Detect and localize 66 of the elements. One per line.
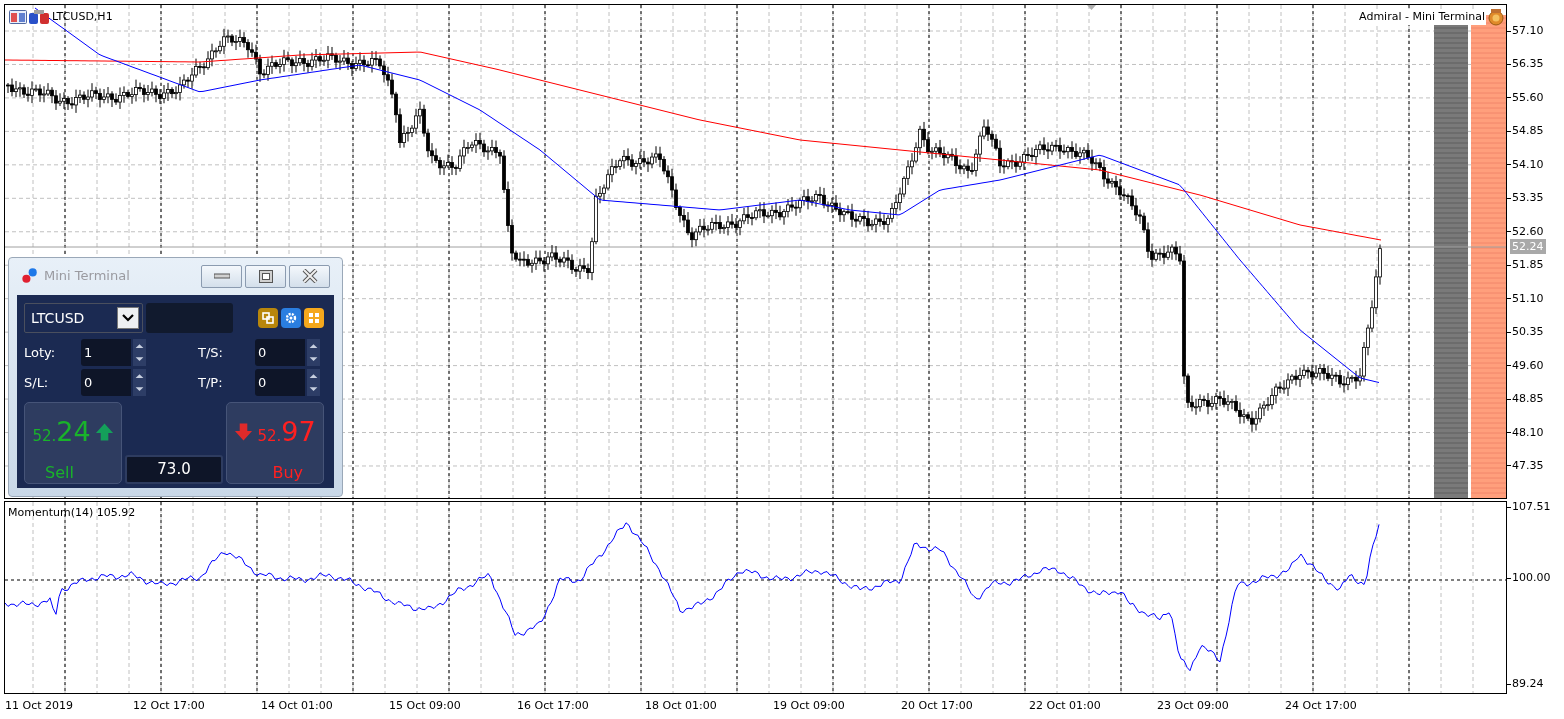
field-label: T/P: bbox=[198, 373, 224, 392]
link-icon-button[interactable] bbox=[258, 308, 278, 328]
price-axis-label: 48.85 bbox=[1512, 391, 1544, 408]
time-axis-label: 19 Oct 09:00 bbox=[773, 698, 845, 714]
time-axis-label: 22 Oct 01:00 bbox=[1029, 698, 1101, 714]
spinner-control[interactable] bbox=[133, 369, 146, 396]
spread-field: 73.0 bbox=[125, 455, 223, 484]
price-axis-label: 56.35 bbox=[1512, 56, 1544, 73]
settings-button[interactable] bbox=[281, 308, 301, 328]
price-axis-label: 57.10 bbox=[1512, 23, 1544, 39]
number-field[interactable]: 1 bbox=[81, 339, 131, 366]
grid-icon bbox=[308, 312, 320, 324]
price-axis-label: 53.35 bbox=[1512, 190, 1544, 207]
window-title: Mini Terminal bbox=[44, 267, 130, 286]
close-button[interactable] bbox=[289, 264, 330, 288]
grid-icon-button[interactable] bbox=[304, 308, 324, 328]
symbol-dropdown[interactable]: LTCUSD bbox=[24, 303, 143, 333]
price-axis-label: 51.85 bbox=[1512, 257, 1544, 274]
field-label: S/L: bbox=[24, 373, 50, 392]
chart-label: Admiral - Mini Terminal bbox=[1358, 8, 1486, 26]
arrow-up-icon bbox=[94, 422, 114, 443]
field-label: Loty: bbox=[24, 343, 57, 362]
time-axis-label: 18 Oct 01:00 bbox=[645, 698, 717, 714]
time-axis-label: 14 Oct 01:00 bbox=[261, 698, 333, 714]
price-axis-label: 54.10 bbox=[1512, 156, 1544, 173]
price-axis-label: 54.85 bbox=[1512, 123, 1544, 140]
current-price-label: 52.24 bbox=[1510, 239, 1546, 254]
maximize-icon bbox=[258, 269, 273, 283]
chart-window-icon bbox=[9, 10, 27, 25]
minimize-icon bbox=[213, 273, 230, 279]
settings-icon bbox=[285, 312, 297, 324]
chevron-down-icon bbox=[122, 314, 134, 322]
momentum-axis-label: 107.51 bbox=[1512, 499, 1551, 515]
triangle-marker bbox=[1087, 5, 1096, 10]
time-axis-label: 16 Oct 17:00 bbox=[517, 698, 589, 714]
price-axis-label: 51.10 bbox=[1512, 290, 1544, 307]
spinner-control[interactable] bbox=[133, 339, 146, 366]
time-axis-label: 24 Oct 17:00 bbox=[1285, 698, 1357, 714]
link-icon bbox=[262, 312, 274, 324]
arrow-down-icon bbox=[234, 422, 254, 443]
spinner-control[interactable] bbox=[307, 369, 320, 396]
price-axis-label: 47.35 bbox=[1512, 457, 1544, 474]
price-axis-label: 49.60 bbox=[1512, 357, 1544, 374]
chart-title: LTCUSD,H1 bbox=[52, 9, 113, 25]
price-axis-label: 48.10 bbox=[1512, 424, 1544, 441]
price-axis-label: 52.60 bbox=[1512, 223, 1544, 240]
spinner-control[interactable] bbox=[307, 339, 320, 366]
number-field[interactable]: 0 bbox=[255, 369, 305, 396]
time-axis-label: 12 Oct 17:00 bbox=[133, 698, 205, 714]
time-axis-label: 15 Oct 09:00 bbox=[389, 698, 461, 714]
price-axis-label: 55.60 bbox=[1512, 89, 1544, 106]
momentum-axis-label: 100.00 bbox=[1512, 570, 1551, 586]
number-field[interactable]: 0 bbox=[255, 339, 305, 366]
close-icon bbox=[301, 269, 318, 283]
time-axis-label: 20 Oct 17:00 bbox=[901, 698, 973, 714]
number-field[interactable]: 0 bbox=[81, 369, 131, 396]
time-axis-label: 23 Oct 09:00 bbox=[1157, 698, 1229, 714]
momentum-axis-label: 89.24 bbox=[1512, 676, 1544, 692]
indicator-title: Momentum(14) 105.92 bbox=[8, 505, 136, 521]
field-label: T/S: bbox=[198, 343, 224, 362]
sell-button[interactable]: 52.24 Sell bbox=[24, 402, 122, 484]
coin-icon bbox=[1487, 8, 1505, 26]
price-axis-label: 50.35 bbox=[1512, 324, 1544, 341]
app-logo-icon bbox=[21, 267, 39, 285]
maximize-button[interactable] bbox=[245, 264, 286, 288]
time-axis-label: 11 Oct 2019 bbox=[5, 698, 73, 714]
